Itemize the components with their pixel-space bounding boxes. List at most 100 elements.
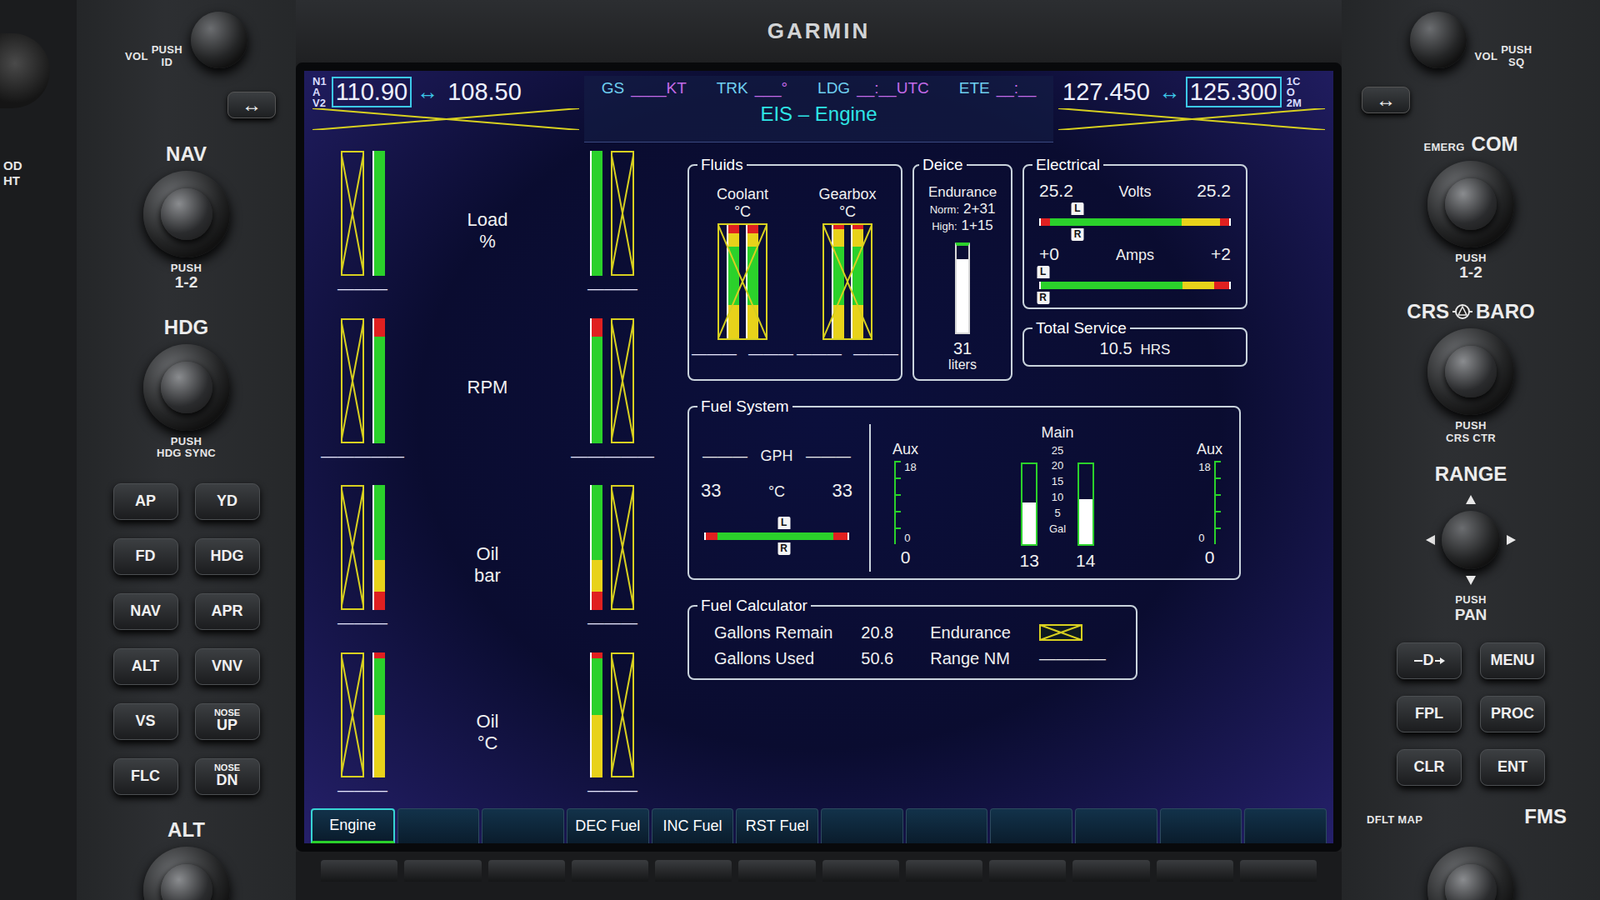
- alt-knob[interactable]: [143, 846, 230, 900]
- adjacent-instrument: ODHT: [0, 0, 77, 900]
- alt-inner-knob[interactable]: [160, 864, 213, 900]
- key-sublabel: NOSE: [214, 708, 240, 718]
- softkey[interactable]: [990, 808, 1073, 844]
- physical-softkey[interactable]: [905, 860, 983, 882]
- hdg-inner-knob[interactable]: [160, 361, 213, 414]
- range-knob[interactable]: [1441, 510, 1500, 570]
- softkey[interactable]: [1075, 808, 1158, 844]
- hdg-knob[interactable]: [143, 344, 230, 431]
- softkey[interactable]: INC Fuel: [651, 808, 735, 844]
- fms-key[interactable]: ENT: [1480, 749, 1545, 786]
- softkey[interactable]: [1160, 808, 1243, 844]
- fms-key[interactable]: PROC: [1480, 695, 1545, 733]
- physical-softkey[interactable]: [1072, 860, 1150, 882]
- physical-softkey[interactable]: [320, 860, 398, 882]
- softkey[interactable]: [1244, 808, 1327, 844]
- engine-gauge-row: ———Oilbar———: [320, 485, 655, 633]
- physical-softkey[interactable]: [822, 860, 900, 882]
- physical-softkey[interactable]: [738, 860, 815, 882]
- com-active-frequency[interactable]: 127.450: [1058, 76, 1155, 108]
- autopilot-key[interactable]: ALT: [113, 648, 179, 685]
- gauge-label: Oil°C: [476, 652, 500, 755]
- push-action-text: 1-2: [175, 274, 198, 292]
- physical-softkey[interactable]: [1240, 860, 1317, 882]
- gauge-band: [728, 246, 740, 305]
- gauge-band: [374, 150, 385, 276]
- fms-knob[interactable]: [1427, 846, 1515, 900]
- spacer: [1429, 498, 1433, 502]
- crs-baro-knob[interactable]: [1427, 328, 1515, 415]
- crs-inner-knob[interactable]: [1445, 345, 1497, 398]
- physical-softkey[interactable]: [989, 860, 1066, 882]
- right-bezel: VOLPUSHSQ↔EMERGCOMPUSH1-2CRSBAROPUSHCRS …: [1341, 0, 1600, 900]
- softkey[interactable]: [905, 808, 989, 844]
- autopilot-key[interactable]: HDG: [195, 538, 260, 575]
- fms-key[interactable]: MENU: [1480, 642, 1545, 680]
- autopilot-key[interactable]: APR: [195, 593, 260, 630]
- emergency-label: EMERG: [1423, 140, 1465, 154]
- softkey[interactable]: Engine: [310, 808, 395, 844]
- system-panels: FluidsCoolant°C——————Gearbox°C——————Deic…: [687, 150, 1255, 805]
- com-volume-knob[interactable]: [1410, 11, 1467, 69]
- fluid-gauge: Gearbox°C——————: [802, 185, 893, 363]
- softkey[interactable]: RST Fuel: [735, 808, 819, 844]
- softkey[interactable]: [481, 808, 565, 844]
- physical-softkey[interactable]: [488, 860, 565, 882]
- field-value: ____KT: [630, 79, 687, 98]
- endurance-mode: Norm:: [930, 203, 960, 216]
- autopilot-key[interactable]: FLC: [113, 758, 179, 795]
- softkey[interactable]: [397, 808, 480, 844]
- com-standby-frequency[interactable]: 125.300: [1185, 76, 1282, 108]
- physical-softkey[interactable]: [404, 860, 481, 882]
- panel-title: Fuel Calculator: [697, 596, 811, 615]
- nav-volume-knob[interactable]: [190, 11, 248, 69]
- physical-softkey[interactable]: [571, 860, 649, 882]
- nav-swap-button[interactable]: ↔: [227, 91, 276, 119]
- field-label: LDG: [817, 79, 850, 98]
- fms-inner-knob[interactable]: [1445, 864, 1497, 900]
- com-id: 1CO2M: [1286, 75, 1302, 109]
- physical-softkey[interactable]: [1156, 860, 1234, 882]
- autopilot-key[interactable]: AP: [113, 483, 179, 520]
- right-main-tank: 14: [1075, 444, 1095, 572]
- fluid-readings: ——————: [796, 345, 899, 363]
- com-swap-button[interactable]: ↔: [1361, 86, 1410, 114]
- autopilot-key[interactable]: YD: [195, 483, 260, 520]
- nav-push-label: PUSH1-2: [170, 262, 202, 292]
- alt-knob-group: ALT: [143, 818, 230, 900]
- autopilot-key[interactable]: NAV: [113, 593, 179, 630]
- fuel-temp: 33°C33: [697, 480, 856, 502]
- electrical-meter: +0Amps+2LR: [1032, 240, 1238, 305]
- electrical-meter: 25.2Volts25.2LR: [1032, 177, 1238, 241]
- com-knob[interactable]: [1427, 160, 1515, 248]
- adjacent-knob[interactable]: [0, 33, 50, 109]
- nav-inner-knob[interactable]: [160, 188, 213, 240]
- meter-scale: LR: [1039, 202, 1231, 241]
- autopilot-key[interactable]: NOSEDN: [195, 758, 260, 795]
- direct-to-label: D: [1414, 652, 1445, 670]
- nav-standby-frequency[interactable]: 108.50: [443, 76, 526, 108]
- tank-fill: [1079, 499, 1093, 545]
- adjacent-label: OD: [3, 158, 23, 174]
- com-inner-knob[interactable]: [1445, 178, 1497, 230]
- autopilot-key[interactable]: VNV: [195, 648, 260, 685]
- autopilot-key[interactable]: VS: [113, 703, 179, 740]
- autopilot-key[interactable]: NOSEUP: [195, 703, 260, 740]
- key-label: NAV: [130, 603, 161, 620]
- crs-baro-group: CRSBAROPUSHCRS CTR: [1406, 300, 1535, 445]
- physical-softkey[interactable]: [655, 860, 732, 882]
- nav-id-line: N1: [312, 75, 327, 87]
- fms-key[interactable]: CLR: [1396, 749, 1462, 786]
- gauge-scale-bar: [372, 485, 385, 610]
- fms-key[interactable]: FPL: [1396, 695, 1462, 733]
- spacer: [1509, 498, 1513, 502]
- nav-knob[interactable]: [143, 170, 230, 258]
- autopilot-key[interactable]: FD: [113, 538, 179, 575]
- meter-pointer: LR: [1071, 202, 1085, 241]
- softkey[interactable]: [820, 808, 904, 844]
- fluid-reading: ———: [796, 345, 842, 363]
- volume-text: VOL: [1475, 50, 1499, 63]
- softkey[interactable]: DEC Fuel: [566, 808, 650, 844]
- fms-key[interactable]: D: [1396, 642, 1462, 680]
- nav-active-frequency[interactable]: 110.90: [331, 76, 413, 108]
